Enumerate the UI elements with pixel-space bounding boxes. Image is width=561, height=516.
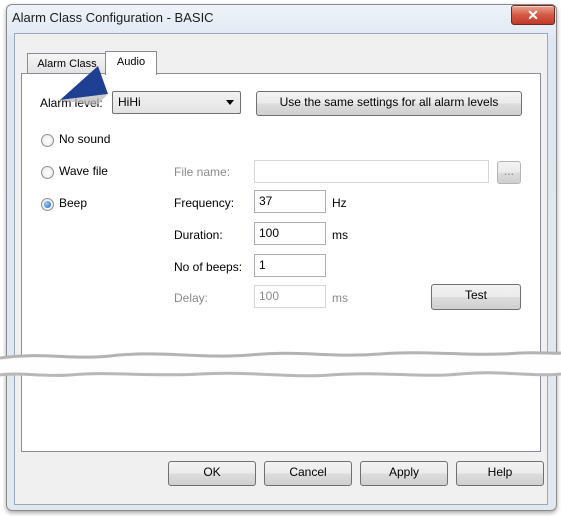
chevron-down-icon — [226, 100, 234, 105]
radio-selected-dot — [44, 201, 51, 208]
delay-label: Delay: — [174, 291, 209, 305]
torn-edge-divider — [0, 351, 561, 378]
pointer-arrow-icon — [60, 66, 108, 106]
file-name-input[interactable] — [254, 160, 489, 183]
frequency-label: Frequency: — [174, 196, 235, 210]
delay-unit: ms — [332, 291, 348, 305]
alarm-level-value: HiHi — [118, 95, 141, 109]
radio-beep[interactable] — [41, 198, 54, 211]
delay-input[interactable]: 100 — [254, 285, 326, 308]
radio-no-sound[interactable] — [41, 134, 54, 147]
apply-button[interactable]: Apply — [360, 461, 448, 486]
ok-button[interactable]: OK — [168, 461, 256, 486]
frequency-input[interactable]: 37 — [254, 190, 326, 213]
help-button[interactable]: Help — [456, 461, 544, 486]
beeps-label: No of beeps: — [174, 260, 243, 274]
frequency-unit: Hz — [332, 196, 347, 210]
radio-wave-file-label: Wave file — [59, 164, 108, 178]
duration-label: Duration: — [174, 228, 223, 242]
browse-button[interactable]: ... — [497, 161, 521, 184]
same-settings-button[interactable]: Use the same settings for all alarm leve… — [256, 91, 522, 116]
radio-beep-label: Beep — [59, 196, 88, 210]
beeps-input[interactable]: 1 — [254, 254, 326, 277]
file-name-label: File name: — [174, 165, 231, 179]
radio-wave-file[interactable] — [41, 166, 54, 179]
radio-no-sound-label: No sound — [59, 132, 111, 146]
test-button[interactable]: Test — [431, 284, 521, 310]
cancel-button[interactable]: Cancel — [264, 461, 352, 486]
duration-unit: ms — [332, 228, 348, 242]
duration-input[interactable]: 100 — [254, 222, 326, 245]
alarm-level-select[interactable]: HiHi — [112, 91, 241, 114]
